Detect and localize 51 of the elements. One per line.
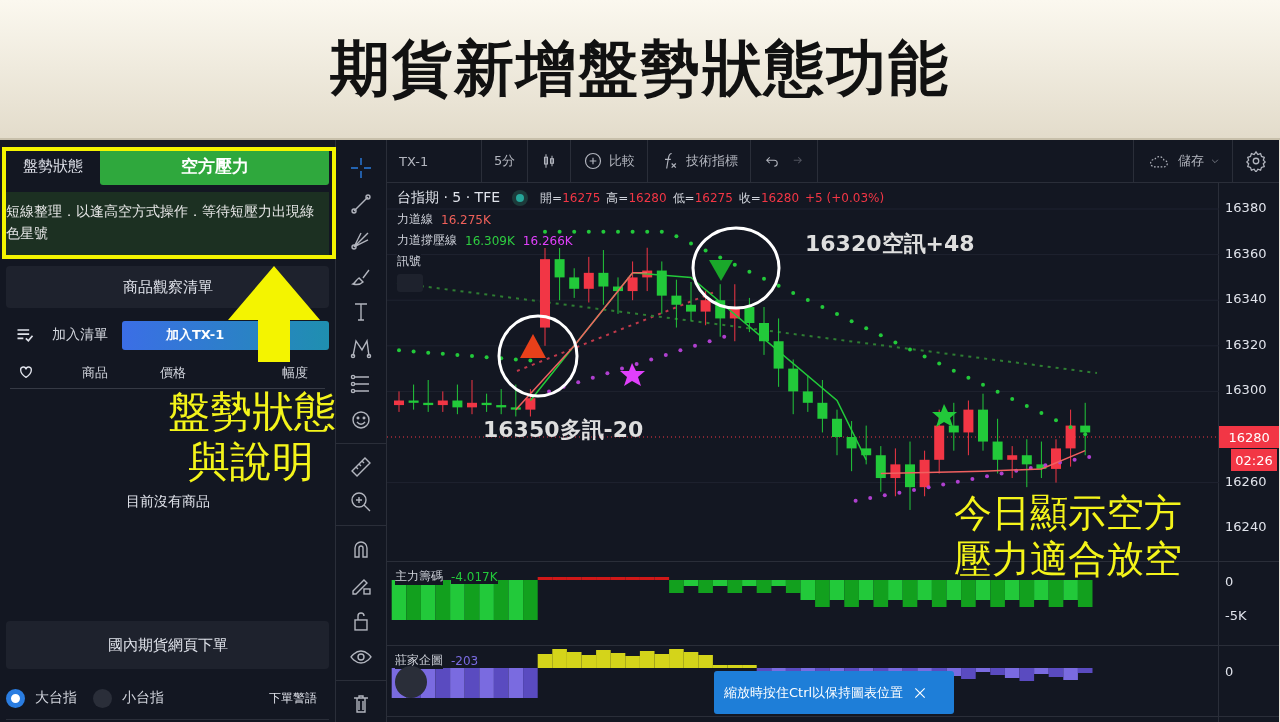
empty-list-message: 目前沒有商品 — [125, 493, 210, 511]
ohlc-value: 開=16275 — [540, 189, 601, 207]
column-header: 幅度 — [282, 364, 308, 382]
last-price-tag: 16280 — [1219, 426, 1280, 448]
price-tick: 16360 — [1225, 245, 1267, 261]
price-tick: 16340 — [1225, 291, 1267, 307]
pane-tick: 0 — [1225, 574, 1234, 589]
ohlc-value: 收=16280 — [738, 189, 800, 207]
sell-signal-label: 16320空訊+48 — [805, 230, 975, 258]
pane-tick: 0 — [1225, 664, 1234, 679]
annotation-text: 壓力適合放空 — [954, 538, 1182, 582]
pane-title: 主力籌碼 — [395, 568, 443, 585]
indicators-button[interactable]: 技術指標 — [686, 152, 739, 170]
price-tick: 16320 — [1225, 336, 1267, 352]
compare-button[interactable]: 比較 — [609, 152, 636, 170]
price-tick: 16300 — [1225, 382, 1267, 398]
save-button[interactable]: 儲存 — [1178, 152, 1204, 170]
symbol-field[interactable]: TX-1 — [399, 153, 469, 169]
radio-label: 大台指 — [35, 689, 77, 707]
pane-value: -203 — [451, 653, 479, 668]
add-list-label: 加入清單 — [52, 326, 108, 344]
column-header: 商品 — [82, 364, 108, 382]
order-warning-link[interactable]: 下單警語 — [269, 689, 317, 707]
study-name: 訊號 — [397, 253, 421, 270]
countdown-tag: 02:26 — [1231, 449, 1278, 471]
status-label: 盤勢狀態 — [22, 157, 84, 176]
study-value: 16.309K — [465, 233, 515, 248]
pane-title: 莊家企圖 — [395, 652, 443, 669]
slide-title: 期貨新增盤勢狀態功能 — [330, 31, 950, 105]
annotation-text: 與說明 — [188, 438, 314, 487]
annotation-text: 今日顯示空方 — [954, 492, 1182, 536]
radio-label: 小台指 — [122, 689, 164, 707]
web-order-button[interactable]: 國內期貨網頁下單 — [6, 621, 329, 669]
price-tick: 16240 — [1225, 519, 1267, 535]
price-tick: 16260 — [1225, 473, 1267, 489]
pane-value: -4.017K — [451, 569, 498, 584]
annotation-text: 盤勢狀態 — [168, 388, 336, 437]
study-name: 力道線 — [397, 211, 433, 228]
toast-message: 縮放時按住Ctrl以保持圖表位置 — [724, 683, 904, 702]
pane-tick: -5K — [1225, 608, 1247, 623]
instrument-label: 台指期 · 5 · TFE — [397, 189, 501, 207]
buy-signal-label: 16350多訊-20 — [483, 416, 644, 444]
price-tick: 16380 — [1225, 200, 1267, 215]
study-name: 力道撐壓線 — [397, 232, 457, 249]
study-value: 16.275K — [441, 212, 491, 227]
price-change: +5 (+0.03%) — [805, 191, 885, 205]
column-header: 價格 — [160, 364, 186, 382]
interval-button[interactable]: 5分 — [494, 152, 516, 170]
ohlc-value: 高=16280 — [606, 189, 667, 207]
study-value: 16.266K — [522, 233, 573, 248]
ohlc-value: 低=16275 — [672, 189, 733, 207]
